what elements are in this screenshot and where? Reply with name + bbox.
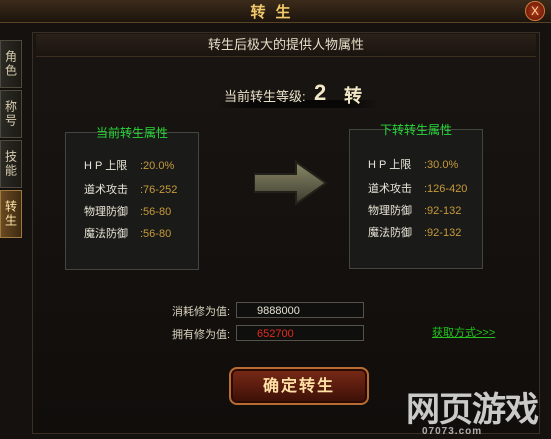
consume-value-field: 9888000 — [236, 302, 364, 318]
watermark: 网页游戏 07073.com — [406, 382, 539, 437]
arrow-right-icon — [254, 160, 328, 206]
stat-name: 道术攻击 — [368, 183, 412, 195]
tab-rebirth[interactable]: 转生 — [0, 190, 22, 238]
stat-row: 物理防御 :92-132 — [368, 202, 461, 218]
stat-row: 道术攻击 :126-420 — [368, 180, 467, 196]
stat-row: H P 上限 :30.0% — [368, 156, 458, 172]
stat-value: :20.0% — [140, 160, 175, 172]
tab-character[interactable]: 角色 — [0, 40, 22, 88]
tab-skills[interactable]: 技能 — [0, 140, 22, 188]
stat-name: H P 上限 — [368, 159, 412, 171]
stat-name: 道术攻击 — [84, 184, 128, 196]
watermark-url: 07073.com — [422, 426, 483, 437]
stat-value: :56-80 — [140, 206, 172, 218]
consume-label: 消耗修为值: — [172, 306, 231, 318]
level-value: 2 — [314, 80, 327, 105]
stat-row: H P 上限 :20.0% — [84, 157, 174, 173]
tab-title[interactable]: 称号 — [0, 90, 22, 138]
own-value-field: 652700 — [236, 325, 364, 341]
title-bar: 转生 X — [0, 0, 551, 23]
stat-row: 魔法防御 :56-80 — [84, 225, 171, 241]
current-stats-box: 当前转生属性 H P 上限 :20.0% 道术攻击 :76-252 物理防御 :56-… — [65, 126, 199, 270]
stat-name: 物理防御 — [368, 205, 412, 217]
window-title: 转生 — [250, 3, 301, 21]
stat-value: :76-252 — [140, 184, 178, 196]
stat-value: :56-80 — [140, 228, 172, 240]
confirm-rebirth-button[interactable]: 确定转生 — [229, 367, 369, 405]
own-label: 拥有修为值: — [172, 329, 231, 341]
stat-row: 魔法防御 :92-132 — [368, 224, 461, 240]
stat-value: :30.0% — [424, 159, 459, 171]
stat-name: 魔法防御 — [84, 228, 128, 240]
level-unit: 转 — [344, 86, 362, 106]
stat-name: 魔法防御 — [368, 227, 412, 239]
stat-value: :92-132 — [424, 205, 462, 217]
close-button[interactable]: X — [525, 1, 545, 21]
stat-value: :92-132 — [424, 227, 462, 239]
obtain-method-link[interactable]: 获取方式>>> — [432, 324, 495, 340]
level-label: 当前转生等级: — [224, 89, 306, 104]
side-tabs: 角色 称号 技能 转生 — [0, 40, 22, 240]
stat-name: H P 上限 — [84, 160, 128, 172]
next-stats-box: 下转转生属性 H P 上限 :30.0% 道术攻击 :126-420 物理防御 :92… — [349, 123, 483, 269]
watermark-text: 网页游戏 — [406, 390, 539, 430]
next-stats-title: 下转转生属性 — [379, 123, 452, 137]
stat-value: :126-420 — [424, 183, 468, 195]
stat-name: 物理防御 — [84, 206, 128, 218]
stat-row: 道术攻击 :76-252 — [84, 181, 177, 197]
stat-row: 物理防御 :56-80 — [84, 203, 171, 219]
current-stats-title: 当前转生属性 — [95, 126, 168, 140]
rebirth-panel: 转生 X 角色 称号 技能 转生 转生后极大的提供人物属性 当前转生等级: 2 … — [0, 0, 551, 439]
header-text: 转生后极大的提供人物属性 — [36, 34, 536, 57]
rebirth-level: 当前转生等级: 2 转 — [218, 80, 378, 108]
